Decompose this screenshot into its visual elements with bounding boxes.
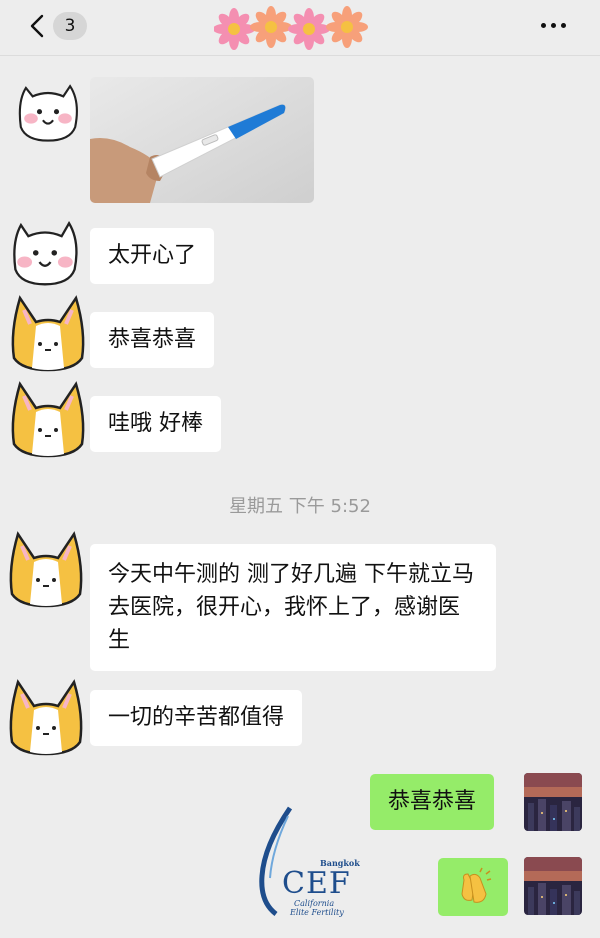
more-dots-icon xyxy=(541,23,546,28)
white-cat-avatar[interactable] xyxy=(14,76,82,144)
chevron-left-icon xyxy=(30,14,44,38)
message-bubble[interactable]: 今天中午测的 测了好几遍 下午就立马去医院，很开心，我怀上了，感谢医生 xyxy=(90,544,496,671)
logo-line1: California xyxy=(294,899,335,908)
cef-watermark-logo: Bangkok CEF California Elite Fertility xyxy=(252,806,360,918)
corgi-avatar[interactable] xyxy=(6,528,86,608)
logo-brand: CEF xyxy=(282,866,351,901)
clapping-hands-icon xyxy=(461,867,492,903)
city-night-avatar[interactable] xyxy=(524,773,582,831)
corgi-avatar[interactable] xyxy=(8,292,88,372)
corgi-avatar[interactable] xyxy=(8,378,88,458)
flower-title-icon xyxy=(214,6,368,50)
message-bubble-sent[interactable] xyxy=(438,858,508,916)
back-button[interactable]: 3 xyxy=(22,9,92,43)
more-options-button[interactable] xyxy=(536,16,572,36)
chat-timestamp: 星期五 下午 5:52 xyxy=(229,496,371,517)
water-drop-icon xyxy=(259,806,293,916)
logo-line2: Elite Fertility xyxy=(290,908,344,917)
message-bubble[interactable]: 太开心了 xyxy=(90,228,215,284)
white-cat-avatar[interactable] xyxy=(4,214,86,288)
message-bubble[interactable]: 恭喜恭喜 xyxy=(90,312,215,368)
message-bubble[interactable]: 哇哦 好棒 xyxy=(90,396,221,452)
unread-count-badge: 3 xyxy=(53,12,87,40)
city-night-avatar[interactable] xyxy=(524,857,582,915)
message-bubble[interactable]: 一切的辛苦都值得 xyxy=(90,690,303,746)
message-bubble-sent[interactable]: 恭喜恭喜 xyxy=(370,774,495,830)
pregnancy-test-photo[interactable] xyxy=(90,77,314,203)
corgi-avatar[interactable] xyxy=(6,676,86,756)
chat-header: 3 xyxy=(0,0,600,56)
